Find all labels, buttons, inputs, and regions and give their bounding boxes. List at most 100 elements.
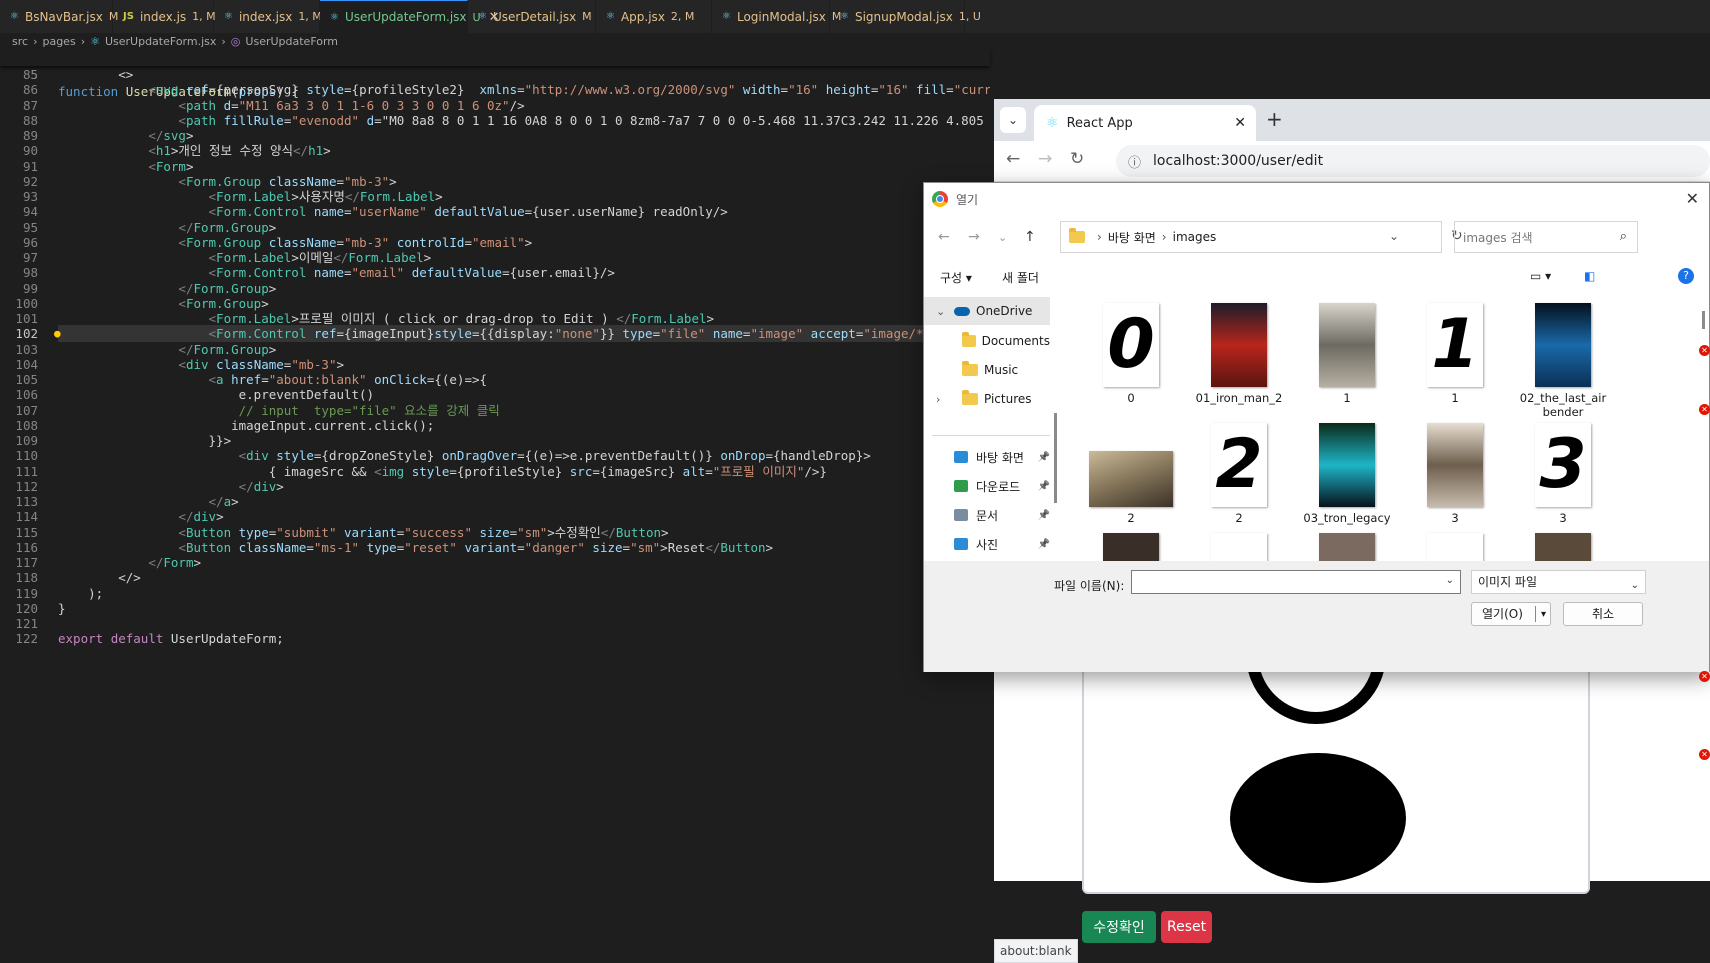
nav-pane-item[interactable]: ⌄ OneDrive [924,297,1050,325]
editor-tab[interactable]: ⚛ index.jsx 1, M [214,0,322,33]
nav-pane-item[interactable]: Documents [924,327,1050,355]
editor-tab[interactable]: ⚛ UserDetail.jsx M [468,0,596,33]
chevron-down-icon[interactable]: ⌄ [936,305,945,318]
error-marker-icon[interactable]: ✕ [1699,749,1710,760]
address-bar[interactable]: ⓘ localhost:3000/user/edit [1116,145,1710,177]
nav-pane-label: 다운로드 [976,479,1021,494]
nav-pane-item[interactable]: › Pictures [924,385,1050,413]
nav-pane-label: 사진 [976,537,999,552]
open-button[interactable]: 열기(O) ▾ [1471,602,1551,626]
breadcrumb-file[interactable]: UserUpdateForm.jsx [105,35,216,48]
cloud-icon [954,306,970,316]
code-editor[interactable]: 85 <> 86 <svg ref={personSvg} style={prof… [0,66,990,881]
filetype-select[interactable]: 이미지 파일 ⌄ [1471,570,1646,594]
caret-down-icon[interactable]: ▾ [1541,604,1546,626]
partial-thumbnail-image[interactable] [1211,533,1267,561]
help-icon[interactable]: ? [1678,268,1694,284]
browser-tab[interactable]: ⚛ React App ✕ [1034,105,1256,141]
breadcrumb: src › pages › ⚛ UserUpdateForm.jsx › ◎ User… [0,33,990,50]
editor-tab[interactable]: ⚛ LoginModal.jsx M [712,0,841,33]
tab-search-button[interactable]: ⌄ [1000,107,1026,133]
digit-thumbnail-image: 1 [1427,303,1483,387]
file-item[interactable]: 02_the_last_airbender [1518,303,1608,419]
preview-pane-icon[interactable]: ◧ [1584,269,1595,283]
breadcrumb-symbol[interactable]: UserUpdateForm [245,35,338,48]
dialog-toolbar: 구성 ▾ 새 폴더 ▭ ▾ ◧ ? [924,259,1709,295]
sticky-scroll-line[interactable]: 5 function UserUpdateForm(props) { [0,49,990,99]
file-item[interactable]: 33 [1518,423,1608,525]
desktop-icon [954,451,968,463]
back-arrow-icon[interactable]: ← [938,229,950,245]
file-item[interactable]: 2 [1086,423,1176,525]
breadcrumb-src[interactable]: src [12,35,28,48]
error-marker-icon[interactable]: ✕ [1699,404,1710,415]
chevron-right-icon[interactable]: › [936,393,940,406]
reset-button[interactable]: Reset [1161,911,1212,943]
pin-icon[interactable]: 📌 [1038,452,1050,463]
file-item[interactable]: 3 [1410,423,1500,525]
editor-tab[interactable]: JS index.js 1, M [113,0,216,33]
submit-button[interactable]: 수정확인 [1082,911,1156,943]
chevron-down-icon[interactable]: ⌄ [1446,575,1454,586]
partial-thumbnail-image[interactable] [1427,533,1483,561]
folder-icon [962,332,976,347]
tab-label: LoginModal.jsx [736,9,826,24]
file-item[interactable]: 1 [1302,303,1392,405]
file-item[interactable]: 00 [1086,303,1176,405]
partial-thumbnail-image[interactable] [1319,533,1375,561]
nav-pane-label: 문서 [976,508,999,523]
breadcrumb-pages[interactable]: pages [42,35,75,48]
close-icon[interactable]: ✕ [1234,115,1246,131]
recent-chevron-icon[interactable]: ⌄ [998,231,1007,244]
up-arrow-icon[interactable]: ↑ [1024,229,1036,245]
forward-arrow-icon[interactable]: → [1038,149,1052,169]
nav-pane-item[interactable]: 사진 📌 [924,530,1050,558]
site-info-icon[interactable]: ⓘ [1128,152,1141,171]
error-marker-icon[interactable]: ✕ [1699,345,1710,356]
search-input[interactable]: images 검색 ⌕ [1454,221,1638,253]
nav-pane-item[interactable]: Music [924,356,1050,384]
editor-tab[interactable]: ⚛ UserUpdateForm.jsx U ✕ [320,0,499,33]
forward-arrow-icon[interactable]: → [968,229,980,245]
tab-label: BsNavBar.jsx [24,9,103,24]
cancel-button[interactable]: 취소 [1563,602,1643,626]
file-item[interactable]: 22 [1194,423,1284,525]
path-segment-desktop[interactable]: 바탕 화면 [1108,229,1156,246]
editor-tab[interactable]: ⚛ App.jsx 2, M [596,0,712,33]
pin-icon[interactable]: 📌 [1038,481,1050,492]
nav-pane-item[interactable]: 문서 📌 [924,501,1050,529]
chevron-down-icon[interactable]: ⌄ [1389,229,1399,243]
photo-thumbnail-image [1089,451,1173,507]
folder-icon [962,361,978,376]
poster-thumbnail-image [1319,423,1375,507]
pin-icon[interactable]: 📌 [1038,510,1050,521]
partial-thumbnail-image[interactable] [1535,533,1591,561]
tab-label: index.js [139,9,187,24]
file-item[interactable]: 03_tron_legacy [1302,423,1392,525]
filename-input[interactable]: ⌄ [1131,570,1461,594]
back-arrow-icon[interactable]: ← [1006,149,1020,169]
path-segment-images[interactable]: images [1173,230,1217,244]
error-marker-icon[interactable]: ✕ [1699,671,1710,682]
code-line[interactable]: 122 export default UserUpdateForm; [0,630,990,647]
new-tab-button[interactable]: + [1266,107,1283,131]
person-body-icon [1230,753,1406,883]
nav-pane-item[interactable]: 바탕 화면 📌 [924,443,1050,471]
path-bar[interactable]: › 바탕 화면 › images ⌄ ↻ [1060,221,1463,253]
pin-icon[interactable]: 📌 [1038,539,1050,550]
file-name: 3 [1559,511,1567,525]
reload-icon[interactable]: ↻ [1070,149,1084,169]
nav-pane-scrollbar[interactable] [1054,413,1057,503]
file-item[interactable]: 11 [1410,303,1500,405]
partial-thumbnail-image[interactable] [1103,533,1159,561]
editor-tab[interactable]: ⚛ BsNavBar.jsx M [0,0,118,33]
close-icon[interactable]: ✕ [1686,189,1699,208]
file-grid-scrollbar[interactable] [1700,295,1708,561]
image-drop-zone[interactable] [1082,662,1590,894]
new-folder-button[interactable]: 새 폴더 [1002,269,1039,286]
file-item[interactable]: 01_iron_man_2 [1194,303,1284,405]
organize-button[interactable]: 구성 ▾ [940,269,972,286]
editor-tab[interactable]: ⚛ SignupModal.jsx 1, U [830,0,981,33]
view-options-icon[interactable]: ▭ ▾ [1530,269,1551,283]
nav-pane-item[interactable]: 다운로드 📌 [924,472,1050,500]
